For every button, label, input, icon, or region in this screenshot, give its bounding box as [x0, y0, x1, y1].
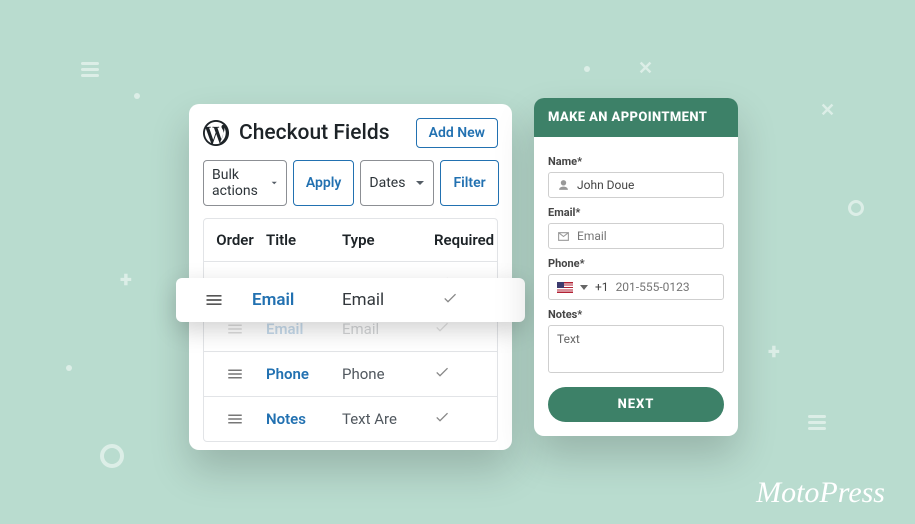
col-title: Title	[266, 219, 342, 261]
dates-select[interactable]: Dates	[360, 160, 434, 206]
form-heading: MAKE AN APPOINTMENT	[534, 98, 738, 137]
name-field[interactable]: John Doue	[548, 172, 724, 198]
row-title-link[interactable]: Notes	[266, 398, 342, 440]
drag-handle-icon[interactable]	[176, 278, 252, 322]
decor-plus: +	[120, 268, 132, 293]
envelope-icon	[557, 230, 570, 243]
col-order: Order	[204, 219, 266, 261]
dates-label: Dates	[369, 175, 405, 191]
dragged-row[interactable]: Email Email	[176, 278, 525, 322]
brand-logo: MotoPress	[756, 476, 885, 510]
col-required: Required	[434, 219, 497, 261]
decor-ring	[848, 200, 864, 216]
drag-handle-icon[interactable]	[204, 353, 266, 395]
email-field[interactable]	[548, 223, 724, 249]
decor-x: ✕	[638, 58, 653, 79]
bulk-actions-label: Bulk actions	[212, 167, 261, 199]
admin-toolbar: Bulk actions Apply Dates Filter	[203, 160, 498, 206]
person-icon	[557, 179, 570, 192]
chevron-down-icon	[271, 178, 277, 188]
form-body: Name* John Doue Email* Phone* +1 Notes* …	[534, 137, 738, 422]
next-button[interactable]: NEXT	[548, 387, 724, 422]
us-flag-icon	[557, 282, 573, 293]
name-label: Name*	[548, 155, 724, 168]
chevron-down-icon[interactable]	[580, 285, 588, 290]
decor-x: ✕	[820, 100, 835, 121]
decor-stripes	[808, 412, 826, 430]
decor-stripes	[81, 59, 99, 77]
decor-dot	[134, 93, 140, 99]
check-icon	[442, 278, 525, 323]
row-type: Text Are	[342, 398, 434, 440]
admin-header: Checkout Fields Add New	[203, 118, 498, 148]
email-input[interactable]	[577, 229, 733, 243]
table-row[interactable]: Notes Text Are	[204, 396, 497, 441]
row-type: Phone	[342, 353, 434, 395]
notes-label: Notes*	[548, 308, 724, 321]
check-icon	[434, 397, 497, 441]
chevron-down-icon	[415, 178, 425, 188]
phone-field[interactable]: +1	[548, 274, 724, 300]
decor-dot	[584, 66, 590, 72]
add-new-button[interactable]: Add New	[416, 118, 498, 148]
fields-table: Order Title Type Required Name Text Emai…	[203, 218, 498, 442]
filter-button[interactable]: Filter	[440, 160, 498, 206]
wordpress-logo-icon	[203, 120, 229, 146]
phone-label: Phone*	[548, 257, 724, 270]
notes-field[interactable]: Text	[548, 325, 724, 373]
row-type: Email	[342, 278, 442, 322]
email-label: Email*	[548, 206, 724, 219]
admin-title: Checkout Fields	[239, 121, 406, 145]
phone-input[interactable]	[616, 280, 738, 294]
decor-dot	[66, 365, 72, 371]
check-icon	[434, 352, 497, 396]
col-type: Type	[342, 219, 434, 261]
bulk-actions-select[interactable]: Bulk actions	[203, 160, 287, 206]
decor-plus: +	[768, 340, 780, 365]
name-value: John Doue	[577, 178, 634, 192]
row-title-link[interactable]: Phone	[266, 353, 342, 395]
table-header-row: Order Title Type Required	[204, 219, 497, 261]
apply-button[interactable]: Apply	[293, 160, 355, 206]
phone-prefix: +1	[595, 280, 609, 294]
decor-ring	[100, 444, 124, 468]
appointment-form-card: MAKE AN APPOINTMENT Name* John Doue Emai…	[534, 98, 738, 436]
table-row[interactable]: Phone Phone	[204, 351, 497, 396]
row-title-link[interactable]: Email	[252, 278, 342, 322]
drag-handle-icon[interactable]	[204, 398, 266, 440]
